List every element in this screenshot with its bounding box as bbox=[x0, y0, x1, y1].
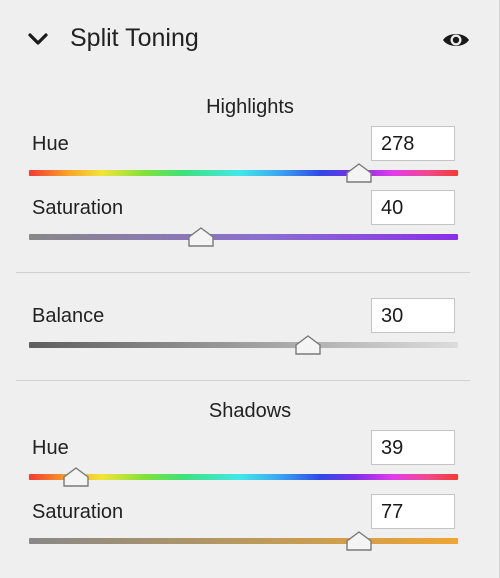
shadows-hue-input[interactable]: 39 bbox=[371, 430, 455, 465]
highlights-saturation-input[interactable]: 40 bbox=[371, 190, 455, 225]
shadows-saturation-slider[interactable] bbox=[29, 538, 458, 544]
balance-slider[interactable] bbox=[29, 342, 458, 348]
balance-input[interactable]: 30 bbox=[371, 298, 455, 333]
shadows-hue-slider[interactable] bbox=[29, 474, 458, 480]
panel-header[interactable]: Split Toning bbox=[0, 0, 500, 80]
highlights-hue-label: Hue bbox=[32, 133, 69, 155]
highlights-saturation-slider[interactable] bbox=[29, 234, 458, 240]
slider-thumb[interactable] bbox=[346, 531, 373, 551]
shadows-section-title: Shadows bbox=[208, 400, 292, 422]
panel-title: Split Toning bbox=[70, 24, 199, 52]
divider bbox=[16, 380, 470, 381]
highlights-hue-input[interactable]: 278 bbox=[371, 126, 455, 161]
shadows-saturation-label: Saturation bbox=[32, 501, 124, 523]
slider-thumb[interactable] bbox=[187, 227, 214, 247]
slider-thumb[interactable] bbox=[346, 163, 373, 183]
shadows-saturation-input[interactable]: 77 bbox=[371, 494, 455, 529]
highlights-saturation-label: Saturation bbox=[32, 197, 124, 219]
balance-label: Balance bbox=[32, 305, 105, 327]
slider-thumb[interactable] bbox=[295, 335, 321, 355]
eye-icon[interactable] bbox=[441, 28, 471, 52]
divider bbox=[16, 272, 470, 273]
chevron-down-icon[interactable] bbox=[26, 28, 50, 52]
highlights-section-title: Highlights bbox=[206, 96, 294, 118]
slider-thumb[interactable] bbox=[63, 467, 89, 487]
split-toning-panel: Split Toning Highlights Hue 278 Saturati… bbox=[0, 0, 500, 578]
shadows-hue-label: Hue bbox=[32, 437, 69, 459]
highlights-hue-slider[interactable] bbox=[29, 170, 458, 176]
